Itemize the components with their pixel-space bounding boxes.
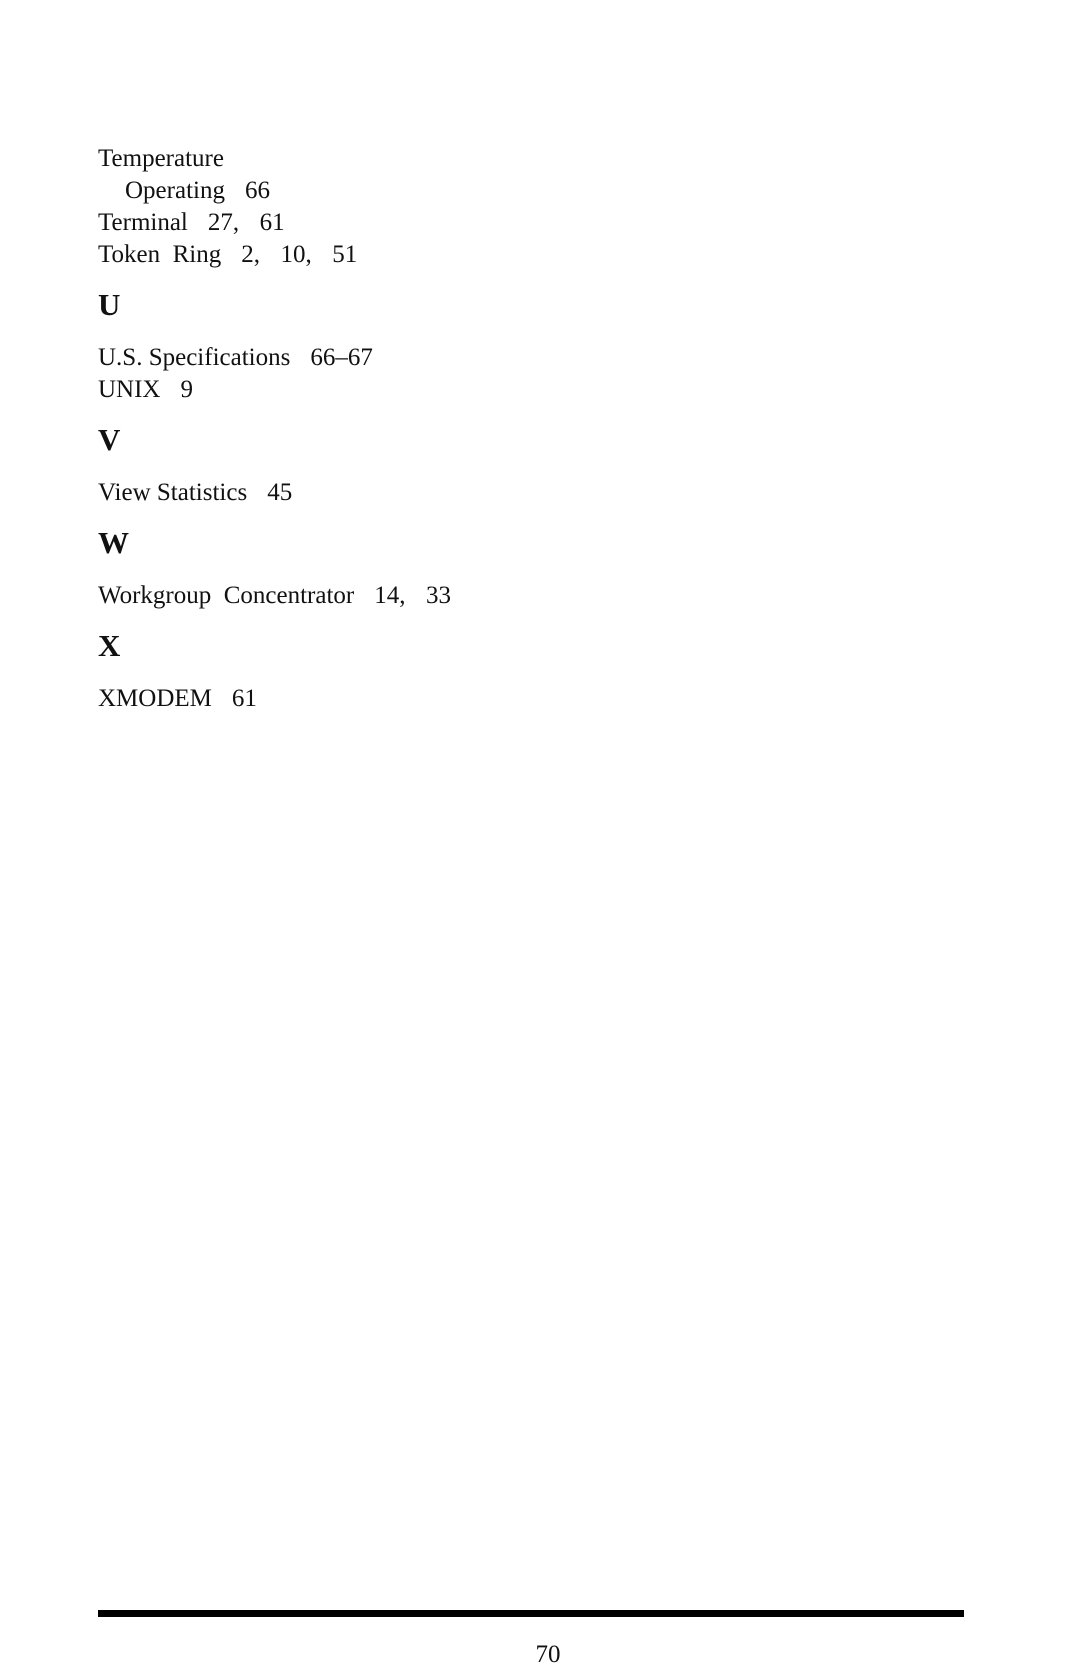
index-section-w: W Workgroup Concentrator 14, 33 <box>98 526 898 612</box>
index-entry: Token Ring 2, 10, 51 <box>98 239 898 271</box>
index-term: Operating <box>125 177 225 204</box>
index-entry: UNIX 9 <box>98 374 898 406</box>
index-term: Workgroup Concentrator <box>98 582 355 609</box>
section-letter-heading: W <box>98 525 129 560</box>
index-term: Terminal <box>98 209 188 236</box>
section-letter-heading: U <box>98 287 121 322</box>
index-pages: 66 <box>244 177 270 204</box>
section-letter-heading: V <box>98 422 121 457</box>
index-section-v: V View Statistics 45 <box>98 423 898 509</box>
index-section-u: U U.S. Specifications 66–67 UNIX 9 <box>98 288 898 406</box>
index-entry: Terminal 27, 61 <box>98 207 898 239</box>
index-term: UNIX <box>98 376 161 403</box>
index-pages: 66–67 <box>310 344 373 371</box>
index-section-x: X XMODEM 61 <box>98 629 898 715</box>
index-entry: Temperature <box>98 143 898 175</box>
index-term: U.S. Specifications <box>98 344 291 371</box>
index-pages: 45 <box>267 479 293 506</box>
index-entry: U.S. Specifications 66–67 <box>98 342 898 374</box>
index-pages: 14, 33 <box>374 582 451 609</box>
index-subentry: Operating 66 <box>98 175 898 207</box>
index-pages: 2, 10, 51 <box>241 241 358 268</box>
index-entry: Workgroup Concentrator 14, 33 <box>98 580 898 612</box>
index-term: View Statistics <box>98 479 248 506</box>
section-letter-heading: X <box>98 628 121 663</box>
index-entry: View Statistics 45 <box>98 477 898 509</box>
index-section-t: Temperature Operating 66 Terminal 27, 61 T… <box>98 143 898 271</box>
index-term: XMODEM <box>98 685 212 712</box>
index-term: Token Ring <box>98 241 222 268</box>
index-pages: 9 <box>180 376 194 403</box>
index-list: Temperature Operating 66 Terminal 27, 61 T… <box>98 143 898 715</box>
footer-rule <box>98 1610 964 1617</box>
index-pages: 27, 61 <box>207 209 285 236</box>
index-entry: XMODEM 61 <box>98 683 898 715</box>
index-pages: 61 <box>231 685 257 712</box>
page-number: 70 <box>535 1641 561 1668</box>
index-term: Temperature <box>98 145 224 172</box>
